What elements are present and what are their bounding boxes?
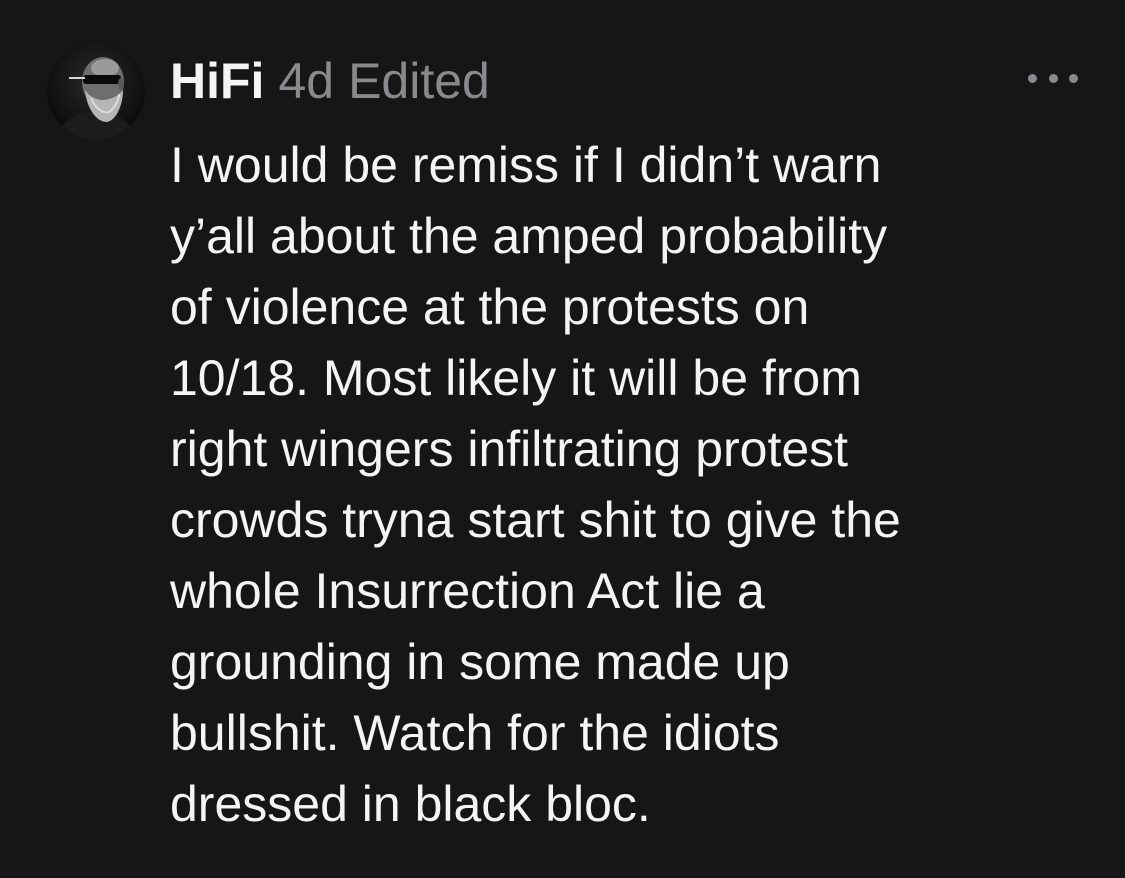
post-body-line: bullshit. Watch for the idiots bbox=[170, 705, 780, 761]
post-body-line: whole Insurrection Act lie a bbox=[170, 563, 765, 619]
ellipsis-icon bbox=[1028, 73, 1037, 83]
edited-label: Edited bbox=[348, 53, 490, 109]
avatar-image bbox=[47, 42, 145, 140]
post-body-line: y’all about the amped probability bbox=[170, 208, 888, 264]
post-body-line: 10/18. Most likely it will be from bbox=[170, 350, 862, 406]
post-body-line: I would be remiss if I didn’t warn bbox=[170, 137, 882, 193]
more-options-button[interactable] bbox=[1028, 68, 1078, 88]
post-body-line: of violence at the protests on bbox=[170, 279, 810, 335]
post-age: 4d bbox=[278, 53, 335, 109]
ellipsis-icon bbox=[1069, 73, 1078, 83]
author-name[interactable]: HiFi bbox=[170, 52, 264, 110]
post-body-line: grounding in some made up bbox=[170, 634, 790, 690]
post-header: HiFi 4d Edited bbox=[170, 52, 490, 110]
post-body-line: right wingers infiltrating protest bbox=[170, 421, 849, 477]
post-body-line: crowds tryna start shit to give the bbox=[170, 492, 901, 548]
post: HiFi 4d Edited I would be remiss if I di… bbox=[0, 0, 1125, 878]
post-body: I would be remiss if I didn’t warn y’all… bbox=[170, 130, 1115, 840]
avatar[interactable] bbox=[47, 42, 145, 140]
ellipsis-icon bbox=[1048, 73, 1058, 83]
post-body-line: dressed in black bloc. bbox=[170, 776, 651, 832]
